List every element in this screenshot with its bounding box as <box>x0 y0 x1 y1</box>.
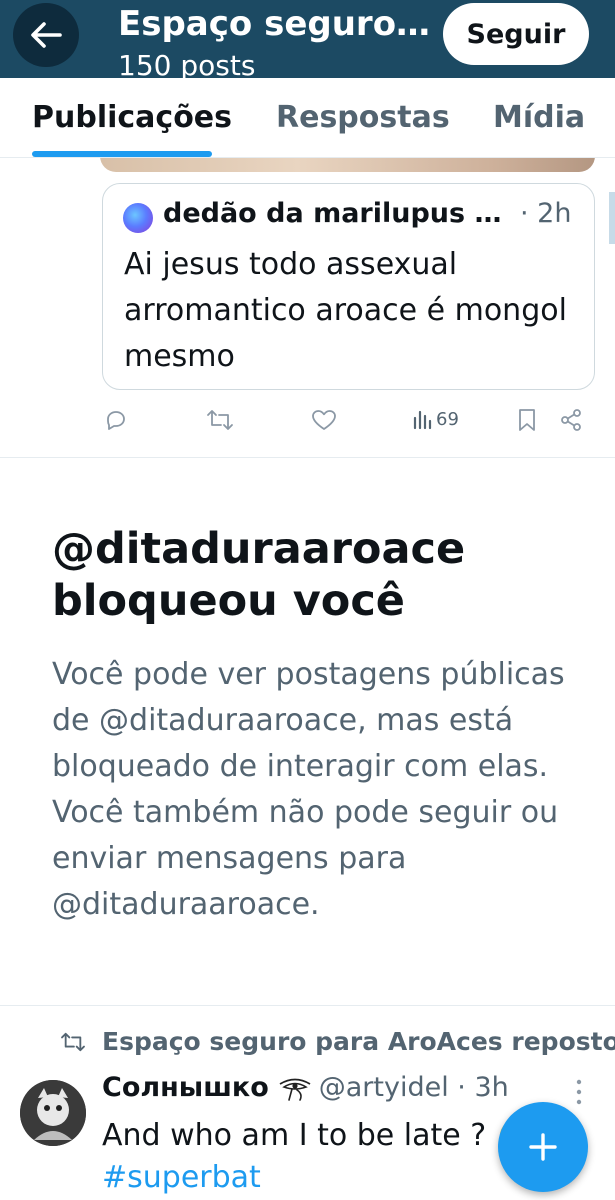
more-options-button[interactable] <box>574 1078 584 1110</box>
avatar[interactable] <box>20 1080 86 1146</box>
divider <box>0 457 615 458</box>
bookmark-button[interactable] <box>516 408 538 432</box>
views-icon <box>413 410 432 430</box>
eye-of-horus-icon <box>279 1078 311 1101</box>
quoted-tweet-text: Ai jesus todo assexual arromantico aroac… <box>124 247 567 374</box>
views-count: 69 <box>436 408 459 430</box>
post-count: 150 posts <box>118 49 256 78</box>
tweet-author-name[interactable]: Солнышко <box>102 1072 269 1103</box>
tweet-handle-time[interactable]: @artyidel · 3h <box>319 1072 509 1103</box>
active-tab-indicator <box>32 151 212 157</box>
profile-tabs: Publicações Respostas Mídia <box>0 78 615 158</box>
like-icon <box>312 410 336 430</box>
blocked-description: Você pode ver postagens públicas de @dit… <box>52 657 565 922</box>
tweet-header: Солнышко @artyidel · 3h <box>102 1072 509 1103</box>
tweet-action-bar: 69 <box>100 400 595 444</box>
share-icon <box>561 409 581 431</box>
quoted-tweet-card[interactable]: dedão da marilupus … · 2h Ai jesus todo … <box>102 183 595 390</box>
quoted-tweet-time: · 2h <box>520 198 572 229</box>
arrow-left-icon <box>31 22 62 48</box>
repost-label[interactable]: Espaço seguro para AroAces repostou <box>102 1027 615 1056</box>
views-button[interactable]: 69 <box>412 408 459 430</box>
avatar-image <box>20 1080 86 1146</box>
retweet-icon <box>61 1032 85 1051</box>
quoted-author-name: dedão da marilupus … <box>163 198 502 229</box>
reply-icon <box>107 411 125 430</box>
quoted-author-avatar <box>123 203 153 233</box>
tab-media[interactable]: Mídia <box>493 100 585 135</box>
divider <box>0 1005 615 1006</box>
tab-posts[interactable]: Publicações <box>32 100 232 135</box>
bookmark-icon <box>519 409 535 431</box>
reply-button[interactable] <box>104 408 128 432</box>
follow-button[interactable]: Seguir <box>443 3 589 65</box>
back-button[interactable] <box>13 3 79 67</box>
like-button[interactable] <box>311 408 337 432</box>
compose-button[interactable] <box>498 1102 588 1192</box>
plus-icon <box>529 1133 557 1161</box>
blocked-title: @ditaduraaroace bloqueou você <box>52 524 466 626</box>
scrollbar-thumb[interactable] <box>609 192 615 244</box>
retweet-icon <box>207 410 233 430</box>
share-button[interactable] <box>559 408 583 432</box>
tab-replies[interactable]: Respostas <box>276 100 450 135</box>
hashtag-link[interactable]: #superbat <box>102 1158 261 1198</box>
retweet-button[interactable] <box>206 408 234 432</box>
tweet-text: And who am I to be late ? <box>102 1118 487 1153</box>
more-vertical-icon <box>576 1079 582 1105</box>
profile-title: Espaço seguro… <box>118 4 431 44</box>
profile-header: Espaço seguro… 150 posts Seguir <box>0 0 615 78</box>
tweet-text-line: And who am I to be late ? <box>102 1114 528 1158</box>
repost-indicator: Espaço seguro para AroAces repostou <box>60 1027 615 1056</box>
